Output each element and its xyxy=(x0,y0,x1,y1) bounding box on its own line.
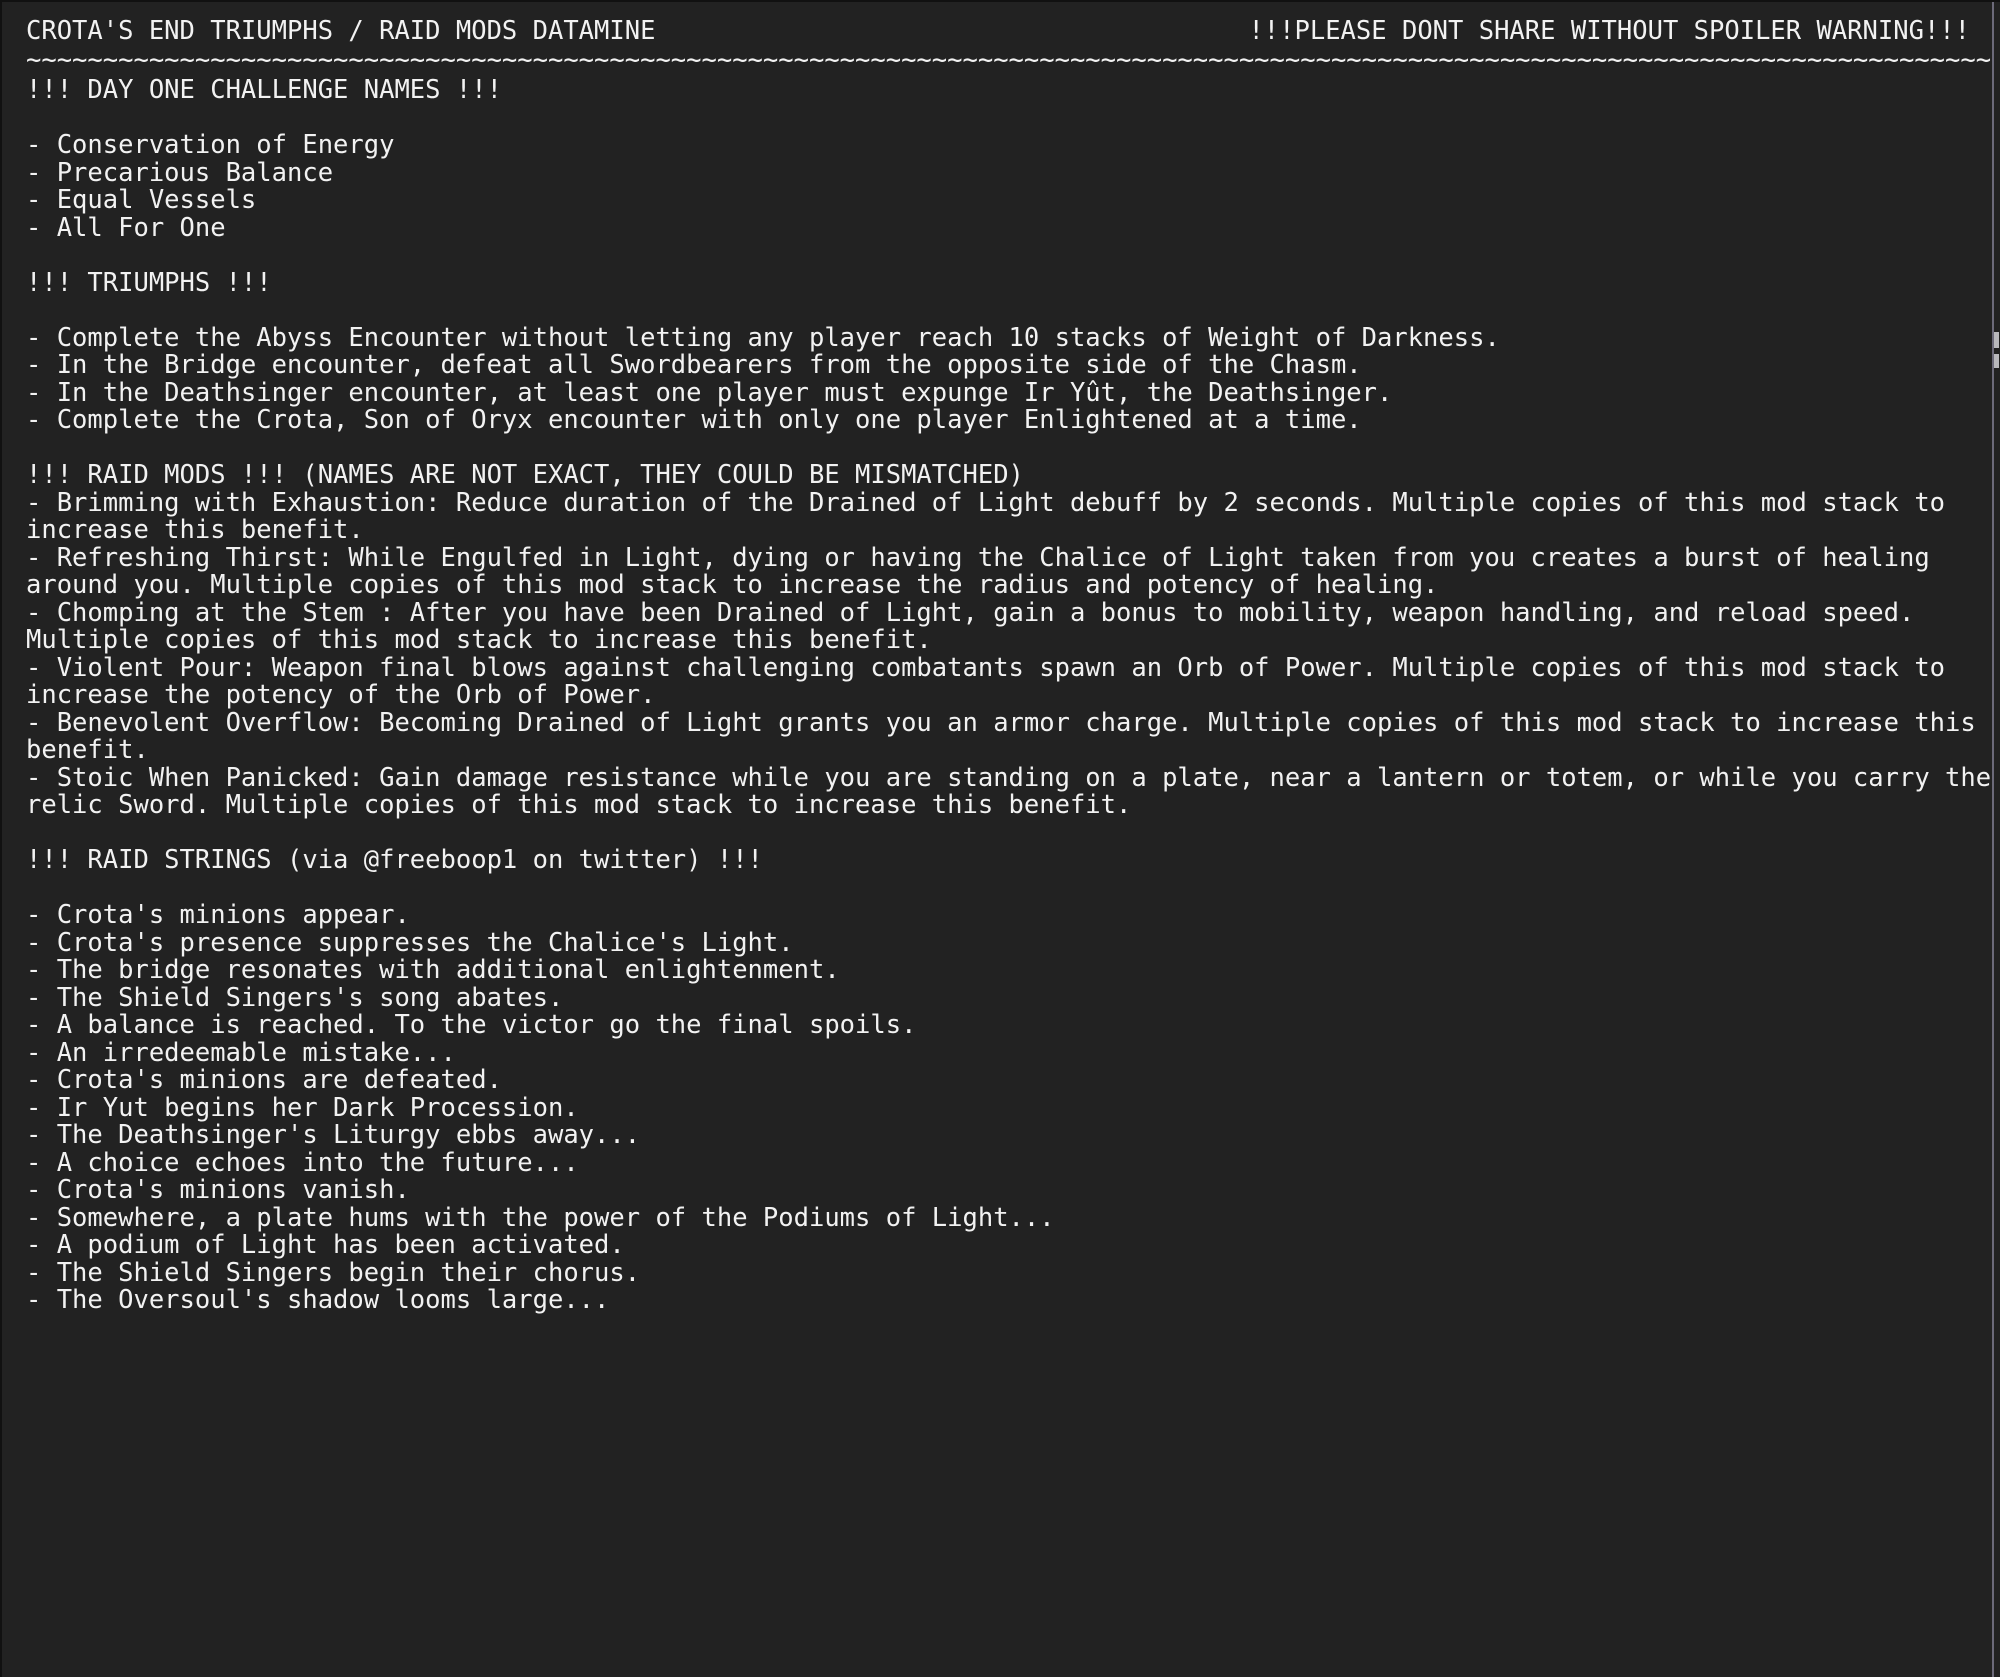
raid-string-item: - Crota's minions vanish. xyxy=(26,1175,410,1205)
day-one-item: - Conservation of Energy xyxy=(26,130,395,160)
raid-string-item: - Crota's minions are defeated. xyxy=(26,1065,502,1095)
raid-string-item: - Somewhere, a plate hums with the power… xyxy=(26,1202,1055,1233)
raid-string-item: - Ir Yut begins her Dark Procession. xyxy=(26,1092,579,1123)
raid-mod-item: - Benevolent Overflow: Becoming Drained … xyxy=(26,707,1992,765)
triumph-item: - Complete the Crota, Son of Oryx encoun… xyxy=(26,405,1362,435)
raid-mods-heading: !!! RAID MODS !!! (NAMES ARE NOT EXACT, … xyxy=(26,460,1024,490)
scrollbar-thumb-secondary[interactable] xyxy=(1994,354,1999,368)
raid-string-item: - An irredeemable mistake... xyxy=(26,1037,456,1068)
scrollbar-thumb[interactable] xyxy=(1994,332,1999,348)
vertical-scrollbar[interactable] xyxy=(1994,2,2000,1677)
raid-string-item: - The bridge resonates with additional e… xyxy=(26,955,840,985)
page-title: CROTA'S END TRIUMPHS / RAID MODS DATAMIN… xyxy=(26,16,656,46)
raid-mod-item: - Brimming with Exhaustion: Reduce durat… xyxy=(26,487,1961,545)
raid-string-item: - The Oversoul's shadow looms large... xyxy=(26,1285,610,1315)
header-divider: ~~~~~~~~~~~~~~~~~~~~~~~~~~~~~~~~~~~~~~~~… xyxy=(26,46,1994,74)
triumph-item: - In the Bridge encounter, defeat all Sw… xyxy=(26,350,1362,380)
raid-mod-item: - Refreshing Thirst: While Engulfed in L… xyxy=(26,542,1946,600)
raid-mod-item: - Chomping at the Stem : After you have … xyxy=(26,597,1930,655)
raid-mod-item: - Violent Pour: Weapon final blows again… xyxy=(26,652,1961,710)
raid-string-item: - The Deathsinger's Liturgy ebbs away... xyxy=(26,1120,641,1150)
raid-strings-heading: !!! RAID STRINGS (via @freeboop1 on twit… xyxy=(26,845,763,875)
day-one-item: - All For One xyxy=(26,212,226,243)
day-one-item: - Precarious Balance xyxy=(26,157,334,188)
raid-string-item: - A balance is reached. To the victor go… xyxy=(26,1010,917,1040)
spoiler-warning: !!!PLEASE DONT SHARE WITHOUT SPOILER WAR… xyxy=(1248,16,1970,46)
day-one-item: - Equal Vessels xyxy=(26,185,257,215)
raid-string-item: - Crota's presence suppresses the Chalic… xyxy=(26,927,794,958)
triumphs-heading: !!! TRIUMPHS !!! xyxy=(26,267,272,298)
text-document-window: CROTA'S END TRIUMPHS / RAID MODS DATAMIN… xyxy=(0,0,2000,1677)
day-one-heading: !!! DAY ONE CHALLENGE NAMES !!! xyxy=(26,75,502,105)
raid-string-item: - The Shield Singers begin their chorus. xyxy=(26,1257,641,1288)
raid-string-item: - The Shield Singers's song abates. xyxy=(26,982,564,1013)
document-content: CROTA'S END TRIUMPHS / RAID MODS DATAMIN… xyxy=(2,2,1995,1315)
triumph-item: - In the Deathsinger encounter, at least… xyxy=(26,377,1393,408)
raid-string-item: - Crota's minions appear. xyxy=(26,900,410,930)
raid-mod-item: - Stoic When Panicked: Gain damage resis… xyxy=(26,762,1992,820)
document-header: CROTA'S END TRIUMPHS / RAID MODS DATAMIN… xyxy=(26,16,1970,46)
raid-string-item: - A podium of Light has been activated. xyxy=(26,1230,625,1260)
triumph-item: - Complete the Abyss Encounter without l… xyxy=(26,322,1500,353)
raid-string-item: - A choice echoes into the future... xyxy=(26,1147,579,1178)
